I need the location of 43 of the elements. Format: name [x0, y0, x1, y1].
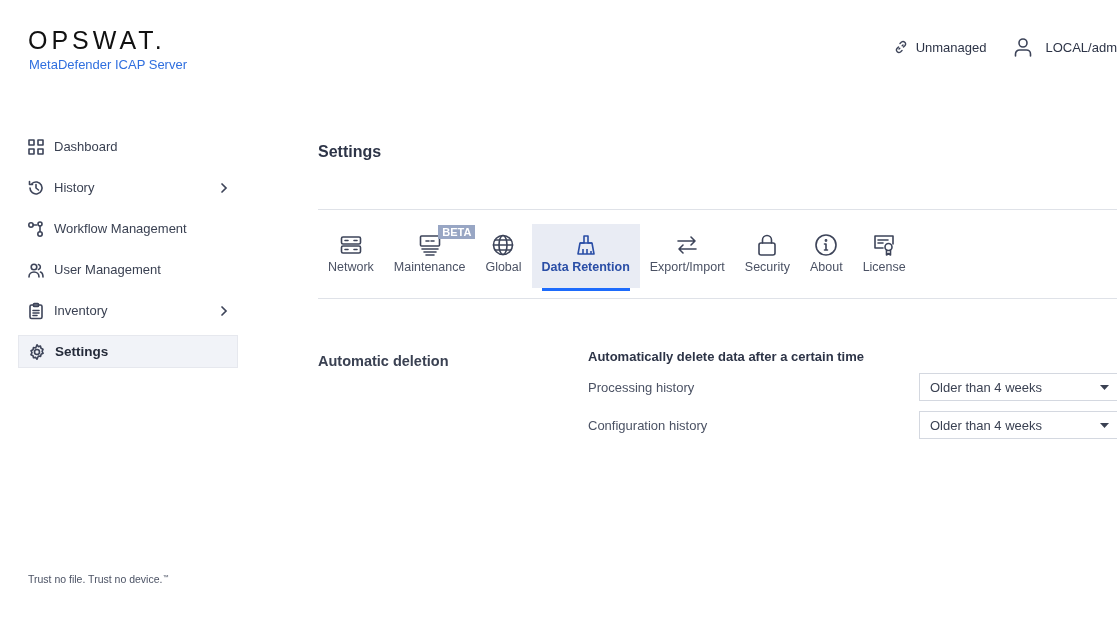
- workflow-icon: [27, 219, 45, 238]
- settings-tab[interactable]: BETA Maintenance: [383, 224, 476, 288]
- sidebar-item[interactable]: User Management: [18, 253, 238, 286]
- user-icon[interactable]: [1014, 37, 1033, 57]
- settings-tab[interactable]: Security: [734, 224, 800, 288]
- clipboard-icon: [27, 301, 45, 320]
- globe-icon: [491, 233, 516, 257]
- logo: OPSWAT.: [28, 27, 167, 53]
- beta-badge: BETA: [438, 225, 476, 239]
- history-icon: [27, 178, 45, 197]
- settings-icon: [28, 342, 46, 361]
- settings-tab[interactable]: Global: [475, 224, 532, 288]
- sidebar-item[interactable]: Dashboard: [18, 130, 238, 163]
- dropdown-caret-icon: [1100, 422, 1109, 428]
- settings-tab[interactable]: License: [852, 224, 916, 288]
- section-description: Automatically delete data after a certain time: [588, 349, 865, 365]
- grid-icon: [27, 137, 45, 156]
- server-icon: [338, 233, 363, 257]
- management-status: Unmanaged: [915, 39, 987, 55]
- dropdown[interactable]: Older than 4 weeks: [919, 373, 1117, 401]
- certificate-icon: [872, 233, 897, 257]
- sidebar-item[interactable]: History: [18, 171, 238, 204]
- swap-arrows-icon: [675, 233, 700, 257]
- field-label: Configuration history: [588, 417, 708, 433]
- settings-tab[interactable]: Network: [318, 224, 384, 288]
- sidebar-item[interactable]: Inventory: [18, 294, 238, 327]
- dropdown[interactable]: Older than 4 weeks: [919, 411, 1117, 439]
- settings-tab[interactable]: Data Retention: [531, 224, 640, 288]
- page-title: Settings: [318, 142, 383, 162]
- info-icon: [814, 233, 839, 257]
- user-name[interactable]: LOCAL/adm: [1045, 39, 1117, 55]
- field-label: Processing history: [588, 379, 695, 395]
- tagline: Trust no file. Trust no device.$^{™}$: [28, 573, 170, 585]
- broken-link-icon: [893, 40, 908, 54]
- sidebar-item[interactable]: Settings: [18, 335, 238, 368]
- settings-tab[interactable]: About: [799, 224, 853, 288]
- section-title: Automatic deletion: [318, 352, 450, 371]
- product-name: MetaDefender ICAP Server: [29, 57, 187, 72]
- sidebar-item[interactable]: Workflow Management: [18, 212, 238, 245]
- dropdown-caret-icon: [1100, 384, 1109, 390]
- monitor-icon: [417, 233, 442, 257]
- settings-tab[interactable]: Export/Import: [639, 224, 735, 288]
- users-icon: [27, 260, 45, 279]
